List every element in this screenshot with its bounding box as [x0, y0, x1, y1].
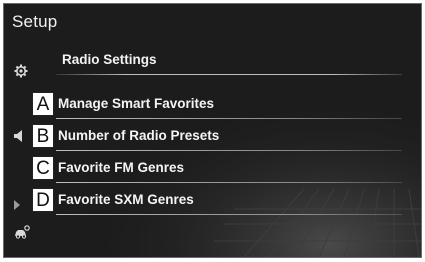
menu-item-manage-smart-favorites[interactable]: A Manage Smart Favorites: [18, 90, 402, 119]
callout-badge-c: C: [32, 156, 54, 180]
callout-badge-b: B: [32, 124, 54, 148]
screen-title: Setup: [12, 12, 58, 31]
menu-item-label: Favorite FM Genres: [58, 160, 185, 175]
setup-screen: Setup Radio Settings A Manage Smart Favo…: [3, 3, 422, 258]
divider: [56, 214, 402, 215]
menu-item-favorite-fm-genres[interactable]: C Favorite FM Genres: [18, 154, 402, 183]
car-settings-icon[interactable]: [14, 225, 30, 244]
heading-divider: [56, 74, 402, 75]
callout-badge-a: A: [32, 92, 54, 116]
callout-badge-d: D: [32, 188, 54, 212]
divider: [56, 118, 402, 119]
menu-item-number-of-radio-presets[interactable]: B Number of Radio Presets: [18, 122, 402, 151]
divider: [56, 150, 402, 151]
menu-item-label: Manage Smart Favorites: [58, 96, 215, 111]
radio-settings-heading: Radio Settings: [62, 52, 157, 67]
divider: [56, 182, 402, 183]
menu-item-label: Favorite SXM Genres: [58, 192, 194, 207]
menu-item-label: Number of Radio Presets: [58, 128, 220, 143]
gear-icon[interactable]: [14, 64, 28, 83]
menu-item-favorite-sxm-genres[interactable]: D Favorite SXM Genres: [18, 186, 402, 215]
